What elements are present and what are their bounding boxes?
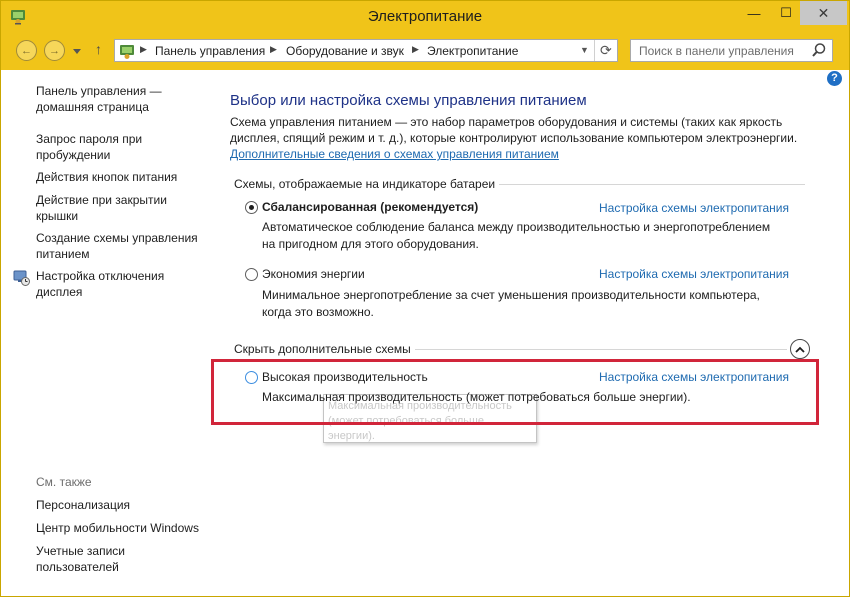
forward-button[interactable]: → — [44, 40, 65, 61]
sidebar-link-label: Действия кнопок питания — [36, 170, 178, 184]
sidebar-link-label: Создание схемы управления — [36, 231, 198, 245]
hide-extra-plans-heading[interactable]: Скрыть дополнительные схемы — [234, 342, 411, 356]
group-divider — [415, 349, 787, 350]
plan-desc-power-saver: Минимальное энергопотребление за счет ум… — [262, 287, 802, 321]
collapse-extra-plans-button[interactable] — [790, 339, 810, 359]
plan-desc-high-performance: Максимальная производительность (может п… — [262, 389, 702, 406]
sidebar-link-mobility-center[interactable]: Центр мобильности Windows — [36, 520, 216, 536]
sidebar-link-label: крышки — [36, 209, 79, 223]
sidebar-link-label: пользователей — [36, 560, 119, 574]
close-button[interactable]: ✕ — [800, 1, 847, 25]
sidebar-link-label: пробуждении — [36, 148, 111, 162]
sidebar-link-label: питанием — [36, 247, 90, 261]
plan-desc-line: Максимальная производительность (может п… — [262, 390, 691, 404]
address-bar[interactable]: ▶ Панель управления ▶ Оборудование и зву… — [114, 39, 618, 62]
minimize-button[interactable]: — — [738, 1, 770, 25]
sidebar-link-lid-close[interactable]: Действие при закрытии крышки — [36, 192, 216, 224]
plan-desc-line: Минимальное энергопотребление за счет ум… — [262, 288, 760, 302]
sidebar-link-wake-password[interactable]: Запрос пароля при пробуждении — [36, 131, 216, 163]
address-divider — [594, 40, 595, 61]
help-icon[interactable]: ? — [827, 71, 842, 86]
search-input[interactable] — [631, 40, 806, 61]
search-box[interactable] — [630, 39, 833, 62]
sidebar-link-label: Настройка отключения — [36, 269, 165, 283]
chevron-up-icon — [795, 346, 805, 353]
radio-balanced[interactable] — [245, 201, 258, 214]
power-options-window: Электропитание — ☐ ✕ ← → ↑ ▶ Панель упра… — [0, 0, 850, 597]
sidebar-link-home[interactable]: Панель управления — домашняя страница — [36, 83, 216, 115]
breadcrumb-separator-icon[interactable]: ▶ — [412, 44, 419, 55]
breadcrumb-hardware-sound[interactable]: Оборудование и звук — [286, 44, 404, 58]
see-also-heading: См. также — [36, 475, 92, 489]
radio-power-saver[interactable] — [245, 268, 258, 281]
plan-name-power-saver[interactable]: Экономия энергии — [262, 267, 365, 281]
sidebar-link-label: дисплея — [36, 285, 83, 299]
recent-locations-chevron-icon[interactable] — [73, 49, 81, 54]
plan-desc-line: когда это возможно. — [262, 305, 374, 319]
tooltip-line: энергии). — [328, 430, 375, 442]
sidebar-link-label: Запрос пароля при — [36, 132, 143, 146]
plan-desc-balanced: Автоматическое соблюдение баланса между … — [262, 219, 802, 253]
sidebar-link-personalization[interactable]: Персонализация — [36, 497, 216, 513]
sidebar-link-user-accounts[interactable]: Учетные записи пользователей — [36, 543, 216, 575]
plan-desc-line: Автоматическое соблюдение баланса между … — [262, 220, 771, 234]
sidebar-link-label: Персонализация — [36, 498, 131, 512]
control-panel-icon — [120, 45, 134, 59]
more-info-link[interactable]: Дополнительные сведения о схемах управле… — [230, 147, 559, 161]
sidebar-link-power-buttons[interactable]: Действия кнопок питания — [36, 169, 216, 185]
address-dropdown-icon[interactable]: ▼ — [580, 45, 589, 55]
intro-text: Схема управления питанием — это набор па… — [230, 115, 798, 145]
battery-plans-heading: Схемы, отображаемые на индикаторе батаре… — [234, 177, 496, 191]
sidebar-link-label: Учетные записи — [36, 544, 125, 558]
sidebar-link-label: домашняя страница — [36, 100, 149, 114]
page-title: Выбор или настройка схемы управления пит… — [230, 92, 587, 109]
sidebar-link-create-plan[interactable]: Создание схемы управления питанием — [36, 230, 216, 262]
sidebar-link-label: Панель управления — — [36, 84, 162, 98]
refresh-button[interactable]: ⟳ — [600, 42, 612, 59]
breadcrumb-separator-icon[interactable]: ▶ — [140, 44, 147, 55]
sidebar-link-label: Центр мобильности Windows — [36, 521, 199, 535]
plan-desc-line: на пригодном для этого оборудования. — [262, 237, 479, 251]
sidebar-link-label: Действие при закрытии — [36, 193, 167, 207]
back-button[interactable]: ← — [16, 40, 37, 61]
maximize-button[interactable]: ☐ — [770, 1, 802, 25]
plan-name-balanced[interactable]: Сбалансированная (рекомендуется) — [262, 200, 478, 214]
breadcrumb-power-options[interactable]: Электропитание — [427, 44, 518, 58]
plan-settings-link-power-saver[interactable]: Настройка схемы электропитания — [599, 267, 789, 281]
window-title: Электропитание — [367, 8, 483, 25]
group-divider — [499, 184, 805, 185]
search-icon[interactable] — [811, 42, 827, 58]
title-bar[interactable]: Электропитание — ☐ ✕ — [1, 1, 849, 32]
breadcrumb-control-panel[interactable]: Панель управления — [155, 44, 265, 58]
plan-settings-link-balanced[interactable]: Настройка схемы электропитания — [599, 201, 789, 215]
navigation-bar: ← → ↑ ▶ Панель управления ▶ Оборудование… — [1, 32, 849, 70]
breadcrumb-separator-icon[interactable]: ▶ — [270, 44, 277, 55]
up-button[interactable]: ↑ — [95, 41, 102, 57]
display-settings-icon — [13, 270, 30, 286]
sidebar-link-display-off[interactable]: Настройка отключения дисплея — [36, 268, 216, 300]
